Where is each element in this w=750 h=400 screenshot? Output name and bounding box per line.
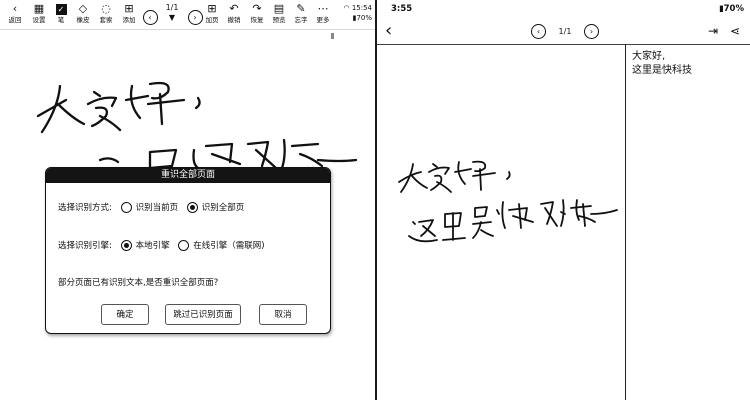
export-icon[interactable]: ⇥ xyxy=(708,22,718,40)
right-pane: 3:55 ▮70% ‹ ‹ 1/1 › ⇥ ⋖ 大家好, 这里是快科技 xyxy=(377,0,750,400)
mode-label: 选择识别方式: xyxy=(58,203,112,213)
engine-option-local[interactable]: 本地引擎 xyxy=(120,240,170,252)
mode-row: 选择识别方式: 识别当前页 识别全部页 xyxy=(58,202,244,214)
share-icon[interactable]: ⋖ xyxy=(730,22,740,40)
engine-label: 选择识别引擎: xyxy=(58,241,112,251)
mode-option-all[interactable]: 识别全部页 xyxy=(186,202,244,214)
left-pane: ‹ 返回 ▦ 设置 ✓ 笔 ◇ 橡皮 ◌ 套索 ⊞ 添加 ‹ 1/1 ▼ › ⊞… xyxy=(0,0,375,400)
radio-icon xyxy=(178,240,190,251)
mode-option-current[interactable]: 识别当前页 xyxy=(120,202,178,214)
radio-selected-icon xyxy=(186,202,198,213)
radio-selected-icon xyxy=(120,240,132,251)
reidentify-dialog: 重识全部页面 选择识别方式: 识别当前页 识别全部页 选择识别引擎: 本地引擎 … xyxy=(45,167,331,334)
status-battery-group: ▮70% xyxy=(718,4,744,14)
handwriting-preview xyxy=(398,160,618,243)
radio-icon xyxy=(120,202,132,213)
engine-row: 选择识别引擎: 本地引擎 在线引擎（需联网) xyxy=(58,240,265,252)
recognized-text[interactable]: 大家好, 这里是快科技 xyxy=(632,50,692,78)
text-panel-divider xyxy=(625,44,626,400)
dialog-message: 部分页面已有识别文本,是否重识全部页面? xyxy=(58,278,219,288)
cancel-button[interactable]: 取消 xyxy=(259,304,307,325)
dialog-title: 重识全部页面 xyxy=(46,168,330,183)
engine-option-online[interactable]: 在线引擎（需联网) xyxy=(178,240,265,252)
confirm-button[interactable]: 确定 xyxy=(101,304,149,325)
skip-recognized-button[interactable]: 跳过已识别页面 xyxy=(165,304,241,325)
